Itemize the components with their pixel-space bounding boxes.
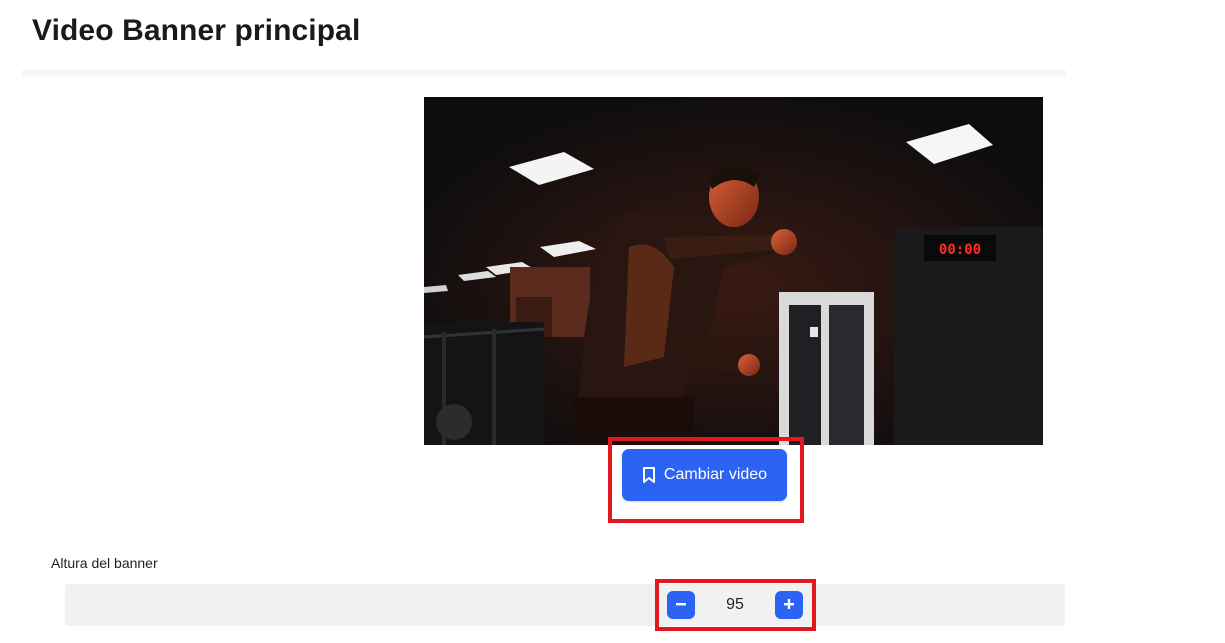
banner-height-stepper xyxy=(65,584,1065,626)
decrement-button[interactable] xyxy=(667,591,695,619)
minus-icon xyxy=(675,598,687,613)
title-divider xyxy=(22,70,1066,76)
bookmark-icon xyxy=(642,467,656,483)
change-video-button[interactable]: Cambiar video xyxy=(622,449,787,501)
video-frame-image: 00:00 xyxy=(424,97,1043,445)
change-video-label: Cambiar video xyxy=(663,466,768,483)
banner-height-label: Altura del banner xyxy=(51,555,158,571)
video-preview[interactable]: 00:00 xyxy=(424,97,1043,445)
page-title: Video Banner principal xyxy=(32,14,361,47)
gym-clock-readout: 00:00 xyxy=(939,242,981,258)
increment-button[interactable] xyxy=(775,591,803,619)
plus-icon xyxy=(783,598,795,613)
banner-height-value[interactable]: 95 xyxy=(703,591,767,619)
